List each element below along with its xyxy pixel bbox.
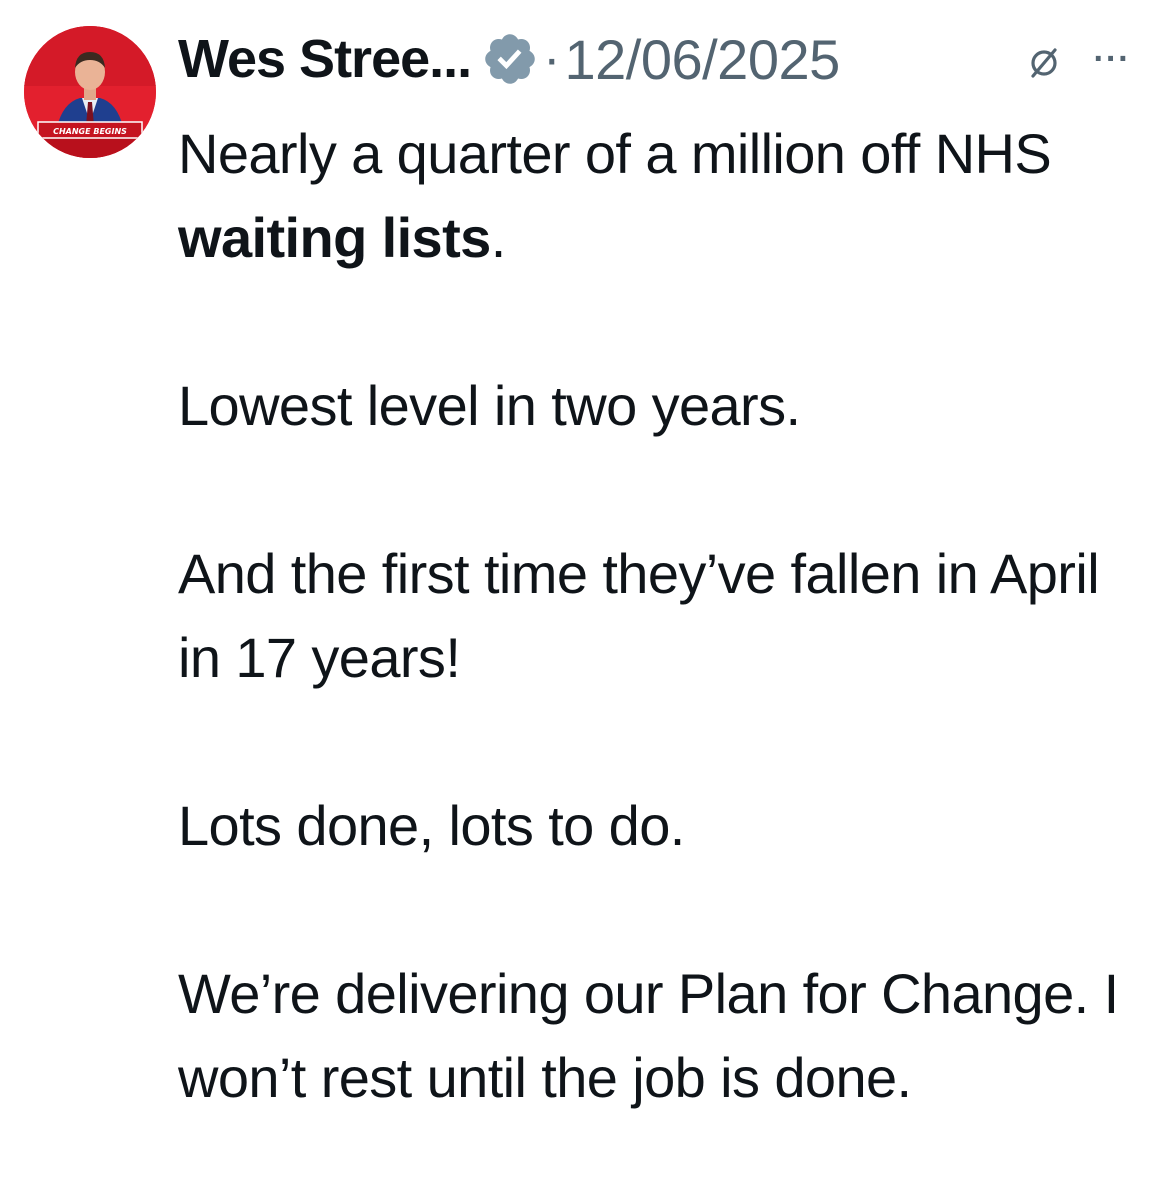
verified-badge-icon[interactable] (481, 30, 539, 88)
post-paragraph-4: Lots done, lots to do. (178, 794, 685, 857)
more-options-icon[interactable]: ··· (1082, 34, 1142, 84)
post-paragraph-2: Lowest level in two years. (178, 374, 801, 437)
post-paragraph-3: And the first time they’ve fallen in Apr… (178, 542, 1100, 689)
post-date[interactable]: 12/06/2025 (564, 27, 840, 92)
tweet-header: Wes Stree... · 12/06/2025 (178, 24, 840, 94)
hashtag-link[interactable]: waiting lists (178, 206, 491, 269)
avatar[interactable]: CHANGE BEGINS (24, 26, 156, 158)
slashed-circle-icon[interactable] (1024, 42, 1064, 82)
separator-dot: · (543, 30, 561, 88)
post-paragraph-1: Nearly a quarter of a million off NHS wa… (178, 112, 1148, 280)
author-name[interactable]: Wes Stree... (178, 28, 472, 90)
avatar-banner-text: CHANGE BEGINS (53, 127, 127, 136)
post-text-1b: . (490, 206, 507, 269)
post-paragraph-5: We’re delivering our Plan for Change. I … (178, 962, 1119, 1109)
tweet: CHANGE BEGINS Wes Stree... · 12/06/2025 … (0, 0, 1166, 1200)
post-body: Nearly a quarter of a million off NHS wa… (178, 112, 1148, 1120)
post-text-1a: Nearly a quarter of a million off NHS (178, 122, 1052, 185)
avatar-photo: CHANGE BEGINS (24, 26, 156, 158)
